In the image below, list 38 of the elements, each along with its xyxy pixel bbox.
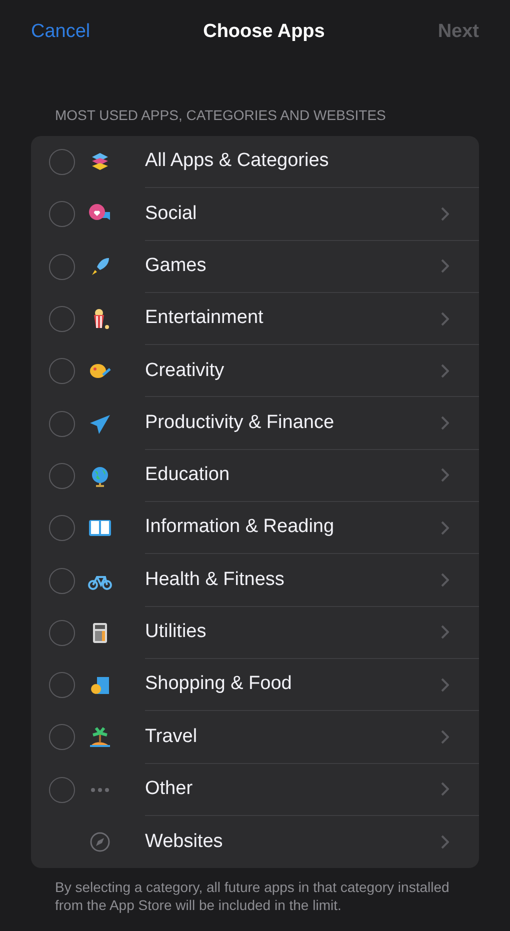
more-dots-icon: [90, 788, 110, 792]
radio-button[interactable]: [49, 672, 75, 698]
radio-button[interactable]: [49, 620, 75, 646]
palm-island-icon: [89, 726, 111, 748]
category-label[interactable]: Entertainment: [145, 304, 441, 333]
category-label[interactable]: All Apps & Categories: [145, 147, 449, 176]
category-label[interactable]: Utilities: [145, 618, 441, 647]
radio-button[interactable]: [49, 410, 75, 437]
radio-button[interactable]: [49, 515, 75, 542]
shopping-bag-icon: [89, 674, 111, 696]
rocket-icon: [89, 256, 111, 278]
footer-note: By selecting a category, all future apps in that category installed from the App Store will be included in the limit.: [55, 878, 450, 914]
category-label[interactable]: Health & Fitness: [145, 566, 441, 594]
page-title: Choose Apps: [203, 20, 325, 44]
globe-icon: [89, 464, 111, 487]
compass-icon: [89, 831, 111, 853]
section-header: MOST USED APPS, CATEGORIES AND WEBSITES: [55, 107, 386, 123]
cancel-button[interactable]: Cancel: [31, 18, 90, 46]
radio-button[interactable]: [49, 254, 75, 280]
radio-button[interactable]: [49, 776, 75, 803]
radio-button[interactable]: [49, 568, 75, 594]
category-label[interactable]: Websites: [145, 828, 441, 856]
category-label[interactable]: Education: [145, 461, 441, 490]
category-label[interactable]: Shopping & Food: [145, 670, 441, 699]
paper-plane-icon: [89, 412, 111, 435]
category-label[interactable]: Games: [145, 252, 441, 280]
radio-button[interactable]: [49, 149, 75, 176]
category-label[interactable]: Travel: [145, 722, 441, 752]
category-label[interactable]: Information & Reading: [145, 513, 441, 542]
category-label[interactable]: Productivity & Finance: [145, 408, 441, 438]
radio-button[interactable]: [49, 358, 75, 384]
category-label[interactable]: Creativity: [145, 356, 441, 386]
radio-button[interactable]: [49, 201, 75, 228]
radio-button[interactable]: [49, 724, 75, 750]
category-label[interactable]: Other: [145, 774, 441, 804]
radio-button[interactable]: [49, 306, 75, 332]
category-label[interactable]: Social: [145, 200, 441, 228]
radio-button[interactable]: [49, 462, 75, 489]
